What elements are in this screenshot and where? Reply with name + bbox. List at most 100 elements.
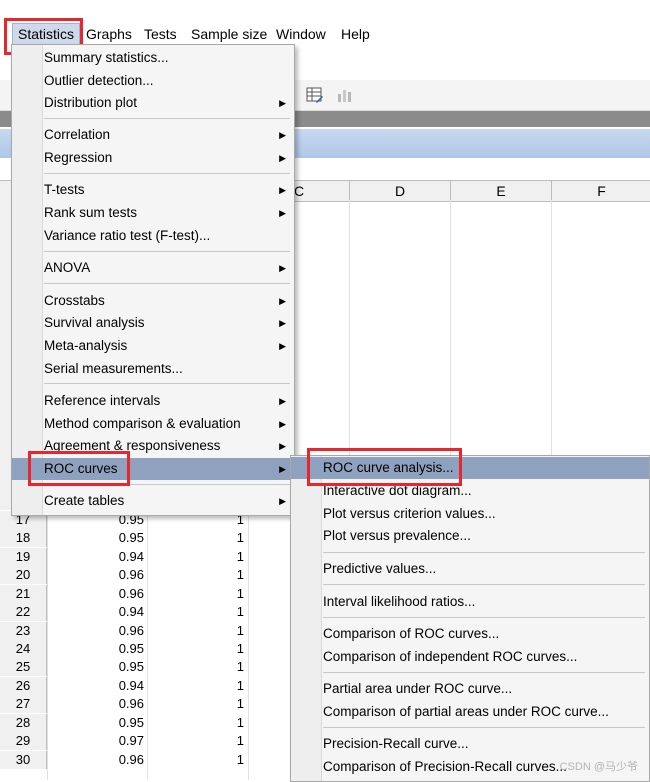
menu-item-rank-sum-tests[interactable]: Rank sum tests ▶	[12, 202, 294, 224]
row-number[interactable]: 27	[0, 695, 47, 713]
grid-edit-icon[interactable]	[306, 86, 324, 104]
menu-item-label: Distribution plot	[44, 95, 138, 110]
cell-value[interactable]: 0.96	[48, 622, 144, 640]
menu-item-comparison-roc-curves[interactable]: Comparison of ROC curves...	[291, 623, 649, 645]
menu-item-label: Comparison of independent ROC curves...	[323, 649, 578, 664]
menu-separator	[44, 383, 290, 384]
row-number[interactable]: 24	[0, 640, 47, 658]
menu-item-summary-statistics[interactable]: Summary statistics...	[12, 47, 294, 69]
cell-value[interactable]: 1	[148, 714, 244, 732]
row-number[interactable]: 25	[0, 658, 47, 676]
statistics-menu: Summary statistics... Outlier detection.…	[11, 44, 295, 516]
cell-value[interactable]: 0.94	[48, 603, 144, 621]
submenu-arrow-icon: ▶	[279, 341, 286, 351]
menu-item-t-tests[interactable]: T-tests ▶	[12, 179, 294, 201]
cell-value[interactable]: 0.95	[48, 529, 144, 547]
menu-item-partial-area-roc[interactable]: Partial area under ROC curve...	[291, 678, 649, 700]
menu-item-plot-versus-prevalence[interactable]: Plot versus prevalence...	[291, 525, 649, 547]
menu-item-interval-likelihood-ratios[interactable]: Interval likelihood ratios...	[291, 591, 649, 613]
menu-item-survival-analysis[interactable]: Survival analysis ▶	[12, 312, 294, 334]
row-number[interactable]: 23	[0, 622, 47, 640]
cell-value[interactable]: 0.96	[48, 566, 144, 584]
submenu-arrow-icon: ▶	[279, 441, 286, 451]
row-number[interactable]: 28	[0, 714, 47, 732]
cell-value[interactable]: 1	[148, 548, 244, 566]
menu-item-comparison-partial-areas[interactable]: Comparison of partial areas under ROC cu…	[291, 701, 649, 723]
menu-separator	[44, 173, 290, 174]
cell-value[interactable]: 0.95	[48, 640, 144, 658]
row-number[interactable]: 20	[0, 566, 47, 584]
cell-value[interactable]: 1	[148, 640, 244, 658]
cell-value[interactable]: 1	[148, 603, 244, 621]
cell-value[interactable]: 0.96	[48, 751, 144, 769]
menu-item-comparison-independent-roc[interactable]: Comparison of independent ROC curves...	[291, 646, 649, 668]
menu-item-plot-versus-criterion[interactable]: Plot versus criterion values...	[291, 503, 649, 525]
submenu-arrow-icon: ▶	[279, 419, 286, 429]
menu-separator	[44, 251, 290, 252]
cell-value[interactable]: 1	[148, 751, 244, 769]
chart-icon[interactable]	[336, 86, 354, 104]
row-number[interactable]: 19	[0, 548, 47, 566]
cell-value[interactable]: 1	[148, 566, 244, 584]
menu-item-correlation[interactable]: Correlation ▶	[12, 124, 294, 146]
cell-value[interactable]: 1	[148, 732, 244, 750]
menu-item-predictive-values[interactable]: Predictive values...	[291, 558, 649, 580]
cell-value[interactable]: 1	[148, 622, 244, 640]
row-number[interactable]: 30	[0, 751, 47, 769]
menu-item-label: Outlier detection...	[44, 73, 154, 88]
menu-item-precision-recall-curve[interactable]: Precision-Recall curve...	[291, 733, 649, 755]
menu-item-label: Summary statistics...	[44, 50, 169, 65]
row-number[interactable]: 29	[0, 732, 47, 750]
cell-value[interactable]: 0.95	[48, 658, 144, 676]
menu-item-distribution-plot[interactable]: Distribution plot ▶	[12, 92, 294, 114]
cell-value[interactable]: 0.96	[48, 695, 144, 713]
row-number[interactable]: 22	[0, 603, 47, 621]
submenu-arrow-icon: ▶	[279, 296, 286, 306]
menu-item-label: Precision-Recall curve...	[323, 736, 469, 751]
cell-value[interactable]: 1	[148, 695, 244, 713]
menu-sample-size[interactable]: Sample size	[186, 23, 272, 45]
menu-separator	[44, 118, 290, 119]
cell-value[interactable]: 1	[148, 585, 244, 603]
roc-curve-analysis-highlight-box	[307, 448, 462, 486]
menu-tests[interactable]: Tests	[139, 23, 182, 45]
submenu-arrow-icon: ▶	[279, 130, 286, 140]
menu-item-label: Comparison of partial areas under ROC cu…	[323, 704, 609, 719]
menu-item-outlier-detection[interactable]: Outlier detection...	[12, 70, 294, 92]
cell-value[interactable]: 0.96	[48, 585, 144, 603]
column-header-f[interactable]: F	[551, 181, 650, 201]
submenu-arrow-icon: ▶	[279, 153, 286, 163]
cell-value[interactable]: 0.95	[48, 714, 144, 732]
menu-item-reference-intervals[interactable]: Reference intervals ▶	[12, 390, 294, 412]
column-header-d[interactable]: D	[349, 181, 450, 201]
menu-item-serial-measurements[interactable]: Serial measurements...	[12, 358, 294, 380]
menu-item-create-tables[interactable]: Create tables ▶	[12, 490, 294, 512]
cell-value[interactable]: 1	[148, 658, 244, 676]
row-number[interactable]: 18	[0, 529, 47, 547]
menu-window[interactable]: Window	[271, 23, 331, 45]
cell-value[interactable]: 1	[148, 677, 244, 695]
roc-curves-highlight-box	[28, 451, 130, 486]
menu-item-anova[interactable]: ANOVA ▶	[12, 257, 294, 279]
submenu-arrow-icon: ▶	[279, 185, 286, 195]
submenu-arrow-icon: ▶	[279, 263, 286, 273]
cell-value[interactable]: 0.94	[48, 548, 144, 566]
submenu-arrow-icon: ▶	[279, 464, 286, 474]
submenu-arrow-icon: ▶	[279, 98, 286, 108]
row-number[interactable]: 26	[0, 677, 47, 695]
menu-item-label: Correlation	[44, 127, 111, 142]
menu-item-meta-analysis[interactable]: Meta-analysis ▶	[12, 335, 294, 357]
menu-item-label: Create tables	[44, 493, 125, 508]
cell-value[interactable]: 0.94	[48, 677, 144, 695]
menu-item-variance-ratio-test[interactable]: Variance ratio test (F-test)...	[12, 225, 294, 247]
row-number[interactable]: 21	[0, 585, 47, 603]
menu-help[interactable]: Help	[336, 23, 375, 45]
menu-item-crosstabs[interactable]: Crosstabs ▶	[12, 290, 294, 312]
column-header-e[interactable]: E	[450, 181, 551, 201]
cell-value[interactable]: 0.97	[48, 732, 144, 750]
cell-value[interactable]: 1	[148, 529, 244, 547]
menu-item-regression[interactable]: Regression ▶	[12, 147, 294, 169]
menu-item-method-comparison[interactable]: Method comparison & evaluation ▶	[12, 413, 294, 435]
menu-graphs[interactable]: Graphs	[81, 23, 137, 45]
menu-item-label: Variance ratio test (F-test)...	[44, 228, 211, 243]
